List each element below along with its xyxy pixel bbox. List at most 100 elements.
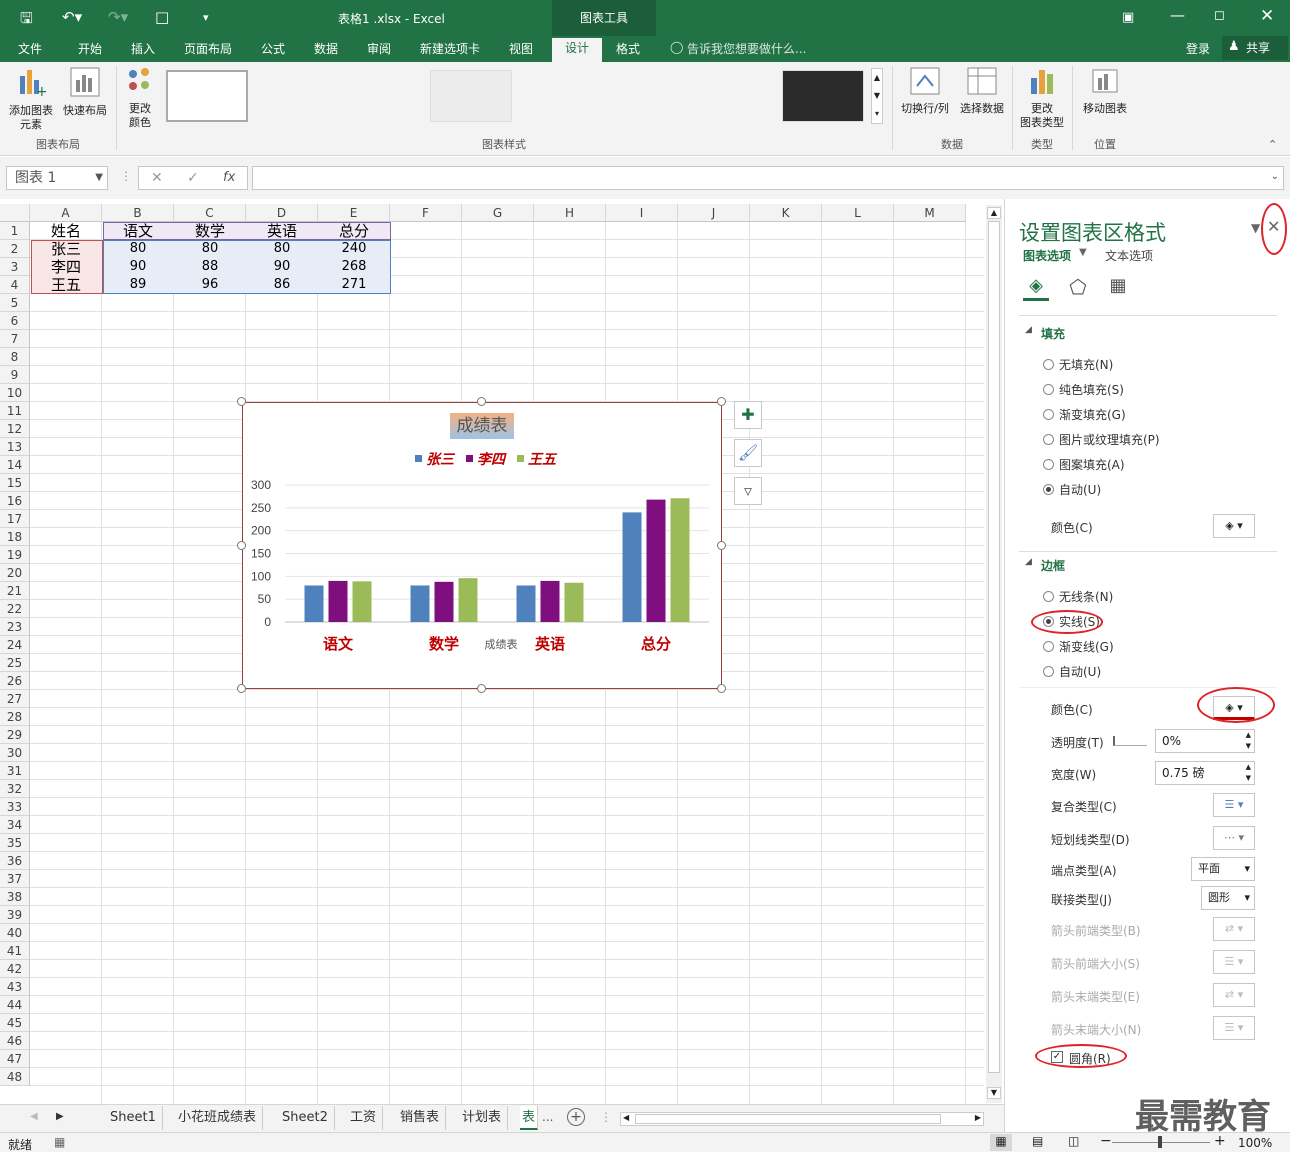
undo-icon[interactable]: ↶▾: [62, 8, 82, 26]
chart-style-8[interactable]: [782, 70, 864, 122]
row-header[interactable]: 6: [0, 312, 30, 330]
border-section-header[interactable]: 边框: [1041, 557, 1065, 574]
radio-option[interactable]: 图片或纹理填充(P): [1043, 431, 1160, 448]
column-header[interactable]: E: [318, 204, 390, 222]
row-header[interactable]: 40: [0, 924, 30, 942]
radio-button[interactable]: [1043, 484, 1054, 495]
chart-style-1[interactable]: [166, 70, 248, 122]
table-cell[interactable]: 86: [246, 276, 318, 294]
row-header[interactable]: 38: [0, 888, 30, 906]
column-header[interactable]: C: [174, 204, 246, 222]
scroll-up-icon[interactable]: ▲: [987, 207, 1001, 219]
table-cell[interactable]: 80: [246, 240, 318, 258]
row-header[interactable]: 48: [0, 1068, 30, 1086]
radio-option[interactable]: 渐变填充(G): [1043, 406, 1126, 423]
header-cell[interactable]: 姓名: [30, 222, 102, 240]
column-header[interactable]: M: [894, 204, 966, 222]
column-header[interactable]: D: [246, 204, 318, 222]
radio-option[interactable]: 无线条(N): [1043, 588, 1113, 605]
radio-button[interactable]: [1043, 591, 1054, 602]
macro-record-icon[interactable]: ▦: [54, 1135, 65, 1149]
column-header[interactable]: I: [606, 204, 678, 222]
row-header[interactable]: 37: [0, 870, 30, 888]
spinner-icon[interactable]: ▲ ▼: [1246, 730, 1251, 752]
table-cell[interactable]: 271: [318, 276, 390, 294]
fill-color-picker[interactable]: ◈ ▾: [1213, 514, 1255, 538]
resize-handle[interactable]: [237, 397, 246, 406]
radio-button[interactable]: [1043, 434, 1054, 445]
row-header[interactable]: 10: [0, 384, 30, 402]
table-cell[interactable]: 90: [246, 258, 318, 276]
table-cell[interactable]: 张三: [30, 240, 102, 258]
table-cell[interactable]: 90: [102, 258, 174, 276]
change-chart-type-button[interactable]: 更改 图表类型: [1014, 66, 1070, 130]
compound-type-dropdown[interactable]: ☰ ▾: [1213, 793, 1255, 817]
row-header[interactable]: 24: [0, 636, 30, 654]
row-header[interactable]: 32: [0, 780, 30, 798]
row-header[interactable]: 47: [0, 1050, 30, 1068]
tab-formulas[interactable]: 公式: [257, 40, 289, 62]
scroll-right-icon[interactable]: ▶: [975, 1113, 981, 1122]
row-header[interactable]: 22: [0, 600, 30, 618]
tab-chart-options[interactable]: 图表选项: [1023, 247, 1071, 264]
row-header[interactable]: 33: [0, 798, 30, 816]
fill-section-header[interactable]: 填充: [1041, 325, 1065, 342]
column-header[interactable]: A: [30, 204, 102, 222]
chart-elements-button[interactable]: ✚: [734, 401, 762, 429]
pane-options-icon[interactable]: ▼: [1251, 221, 1260, 235]
row-header[interactable]: 1: [0, 222, 30, 240]
row-header[interactable]: 16: [0, 492, 30, 510]
vertical-scrollbar[interactable]: ▲ ▼: [986, 205, 1002, 1103]
chart-options-dropdown-icon[interactable]: ▼: [1079, 247, 1087, 258]
close-window-icon[interactable]: ✕: [1260, 6, 1274, 26]
resize-handle[interactable]: [717, 540, 726, 550]
radio-option[interactable]: 自动(U): [1043, 481, 1101, 498]
row-header[interactable]: 39: [0, 906, 30, 924]
effects-pentagon-icon[interactable]: ⬠: [1065, 275, 1091, 301]
normal-view-icon[interactable]: ▦: [990, 1134, 1012, 1151]
chart-style-6[interactable]: [606, 70, 688, 122]
row-header[interactable]: 42: [0, 960, 30, 978]
sheet-tab-plan[interactable]: 计划表: [456, 1106, 509, 1130]
row-header[interactable]: 7: [0, 330, 30, 348]
sheet-tab-class[interactable]: 小花班成绩表: [172, 1106, 264, 1130]
row-header[interactable]: 35: [0, 834, 30, 852]
tab-review[interactable]: 审阅: [363, 40, 395, 62]
chart-area[interactable]: 成绩表 300 250 200 150 100 50 0 语文 数学 英语 总分 成绩表 张三 李四 王五: [242, 402, 722, 689]
table-cell[interactable]: 240: [318, 240, 390, 258]
move-chart-button[interactable]: 移动图表: [1076, 66, 1134, 116]
row-header[interactable]: 13: [0, 438, 30, 456]
row-header[interactable]: 31: [0, 762, 30, 780]
sheet-tab-sales[interactable]: 销售表: [394, 1106, 447, 1130]
resize-handle[interactable]: [477, 397, 486, 406]
row-header[interactable]: 3: [0, 258, 30, 276]
radio-option[interactable]: 渐变线(G): [1043, 638, 1114, 655]
add-chart-element-button[interactable]: + 添加图表 元素: [6, 66, 56, 132]
redo-icon[interactable]: ↷▾: [108, 8, 128, 26]
resize-handle[interactable]: [717, 397, 726, 406]
select-all-corner[interactable]: [0, 204, 30, 222]
switch-row-column-button[interactable]: 切换行/列: [896, 66, 954, 116]
column-header[interactable]: H: [534, 204, 606, 222]
row-header[interactable]: 11: [0, 402, 30, 420]
row-header[interactable]: 20: [0, 564, 30, 582]
formula-input[interactable]: ⌄: [252, 166, 1284, 190]
scroll-thumb[interactable]: [988, 221, 1000, 1073]
new-document-icon[interactable]: □: [155, 8, 169, 26]
chart-style-7[interactable]: [694, 70, 776, 122]
quick-layout-button[interactable]: 快速布局: [60, 66, 110, 118]
page-layout-view-icon[interactable]: ▤: [1032, 1134, 1043, 1148]
login-link[interactable]: 登录: [1186, 40, 1210, 57]
dash-type-dropdown[interactable]: ⋯ ▾: [1213, 826, 1255, 850]
row-header[interactable]: 14: [0, 456, 30, 474]
scroll-down-icon[interactable]: ▼: [987, 1087, 1001, 1099]
row-header[interactable]: 43: [0, 978, 30, 996]
resize-handle[interactable]: [717, 684, 726, 693]
collapse-ribbon-icon[interactable]: ⌃: [1268, 138, 1277, 151]
resize-handle[interactable]: [237, 540, 246, 550]
header-cell[interactable]: 语文: [102, 222, 174, 240]
row-header[interactable]: 44: [0, 996, 30, 1014]
row-header[interactable]: 19: [0, 546, 30, 564]
scroll-left-icon[interactable]: ◀: [623, 1113, 629, 1122]
table-cell[interactable]: 80: [102, 240, 174, 258]
